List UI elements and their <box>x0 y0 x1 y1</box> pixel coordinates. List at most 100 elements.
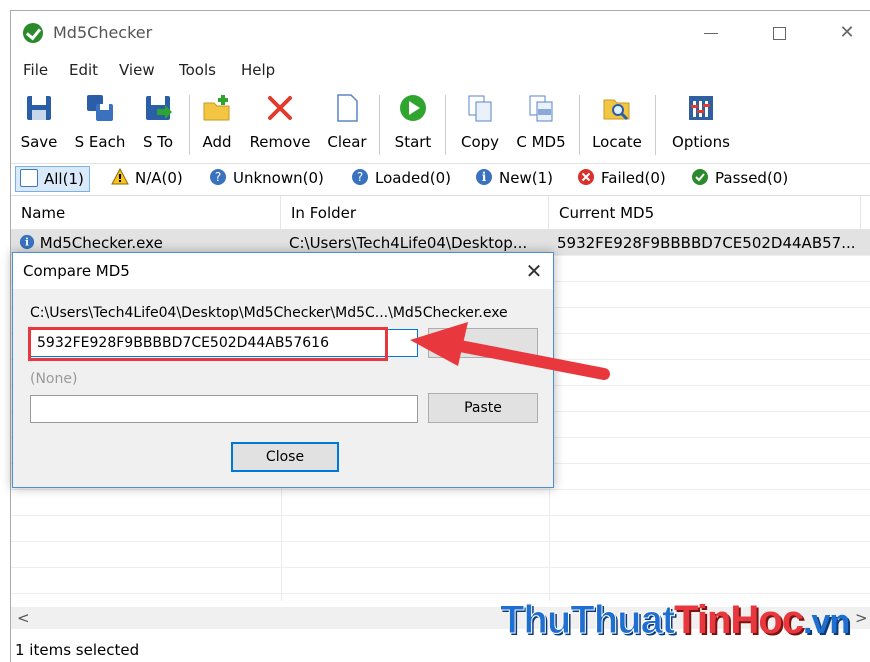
column-name[interactable]: Name <box>11 196 281 230</box>
locate-button[interactable]: Locate <box>587 89 647 161</box>
save-icon <box>27 96 51 120</box>
maximize-button[interactable] <box>759 19 799 47</box>
info-icon: i <box>476 169 492 185</box>
locate-label: Locate <box>592 133 642 151</box>
save-button[interactable]: Save <box>17 89 61 161</box>
annotation-arrow-icon <box>410 322 610 380</box>
watermark-part3: .vn <box>803 603 850 641</box>
add-label: Add <box>202 133 232 151</box>
filter-passed-label: Passed(0) <box>715 169 789 187</box>
filter-new-label: New(1) <box>499 169 553 187</box>
info-icon: i <box>19 234 35 250</box>
save-to-label: S To <box>142 133 174 151</box>
remove-button[interactable]: Remove <box>245 89 315 161</box>
dialog-title-bar: Compare MD5 ✕ <box>13 253 553 289</box>
remove-x-icon <box>268 96 292 120</box>
options-label: Options <box>672 133 730 151</box>
svg-text:?: ? <box>215 170 221 184</box>
copy-md5-button[interactable]: C MD5 <box>511 89 571 161</box>
column-current-md5[interactable]: Current MD5 <box>549 196 861 230</box>
list-icon <box>20 169 38 187</box>
warning-icon <box>111 168 129 185</box>
toolbar: Save S Each S To Add Remove Clear Start <box>11 89 870 163</box>
clear-label: Clear <box>327 133 367 151</box>
save-each-label: S Each <box>74 133 126 151</box>
blank-document-icon <box>337 94 358 122</box>
list-header: Name In Folder Current MD5 <box>11 196 870 230</box>
svg-text:i: i <box>482 170 487 184</box>
dialog-file-path: C:\Users\Tech4Life04\Desktop\Md5Checker\… <box>30 305 508 321</box>
menu-file[interactable]: File <box>23 61 48 79</box>
empty-row <box>11 490 870 516</box>
toolbar-separator <box>579 95 580 155</box>
menu-help[interactable]: Help <box>241 61 275 79</box>
title-bar: Md5Checker ✕ <box>11 11 870 53</box>
copy-icon <box>468 95 492 122</box>
filter-new-tab[interactable]: i New(1) <box>475 168 553 192</box>
filter-na-tab[interactable]: N/A(0) <box>111 168 183 192</box>
maximize-icon <box>772 26 786 40</box>
filter-all-tab[interactable]: All(1) <box>15 166 90 192</box>
copy-label: Copy <box>460 133 500 151</box>
toolbar-separator <box>189 95 190 155</box>
svg-text:?: ? <box>357 170 363 184</box>
menu-edit[interactable]: Edit <box>69 61 98 79</box>
toolbar-separator <box>445 95 446 155</box>
copy-md5-label: C MD5 <box>516 133 566 151</box>
question-loaded-icon: ? <box>352 169 368 185</box>
save-to-button[interactable]: S To <box>137 89 179 161</box>
paste-button[interactable]: Paste <box>428 393 538 423</box>
copy-md5-icon <box>529 95 553 122</box>
minimize-icon <box>704 32 718 34</box>
window-title: Md5Checker <box>53 23 153 42</box>
minimize-button[interactable] <box>691 19 731 47</box>
filter-loaded-tab[interactable]: ? Loaded(0) <box>351 168 451 192</box>
highlight-box <box>28 327 388 361</box>
question-icon: ? <box>210 169 226 185</box>
menu-tools[interactable]: Tools <box>179 61 216 79</box>
start-label: Start <box>394 133 432 151</box>
toolbar-separator <box>655 95 656 155</box>
close-window-button[interactable]: ✕ <box>827 19 867 47</box>
save-each-button[interactable]: S Each <box>69 89 131 161</box>
filter-na-label: N/A(0) <box>135 169 183 187</box>
filter-passed-tab[interactable]: Passed(0) <box>691 168 788 192</box>
compare-label: (None) <box>30 371 78 387</box>
watermark-part1: ThuThuat <box>499 598 675 643</box>
error-icon <box>578 169 594 185</box>
dialog-title: Compare MD5 <box>23 262 130 280</box>
save-label: Save <box>20 133 58 151</box>
app-check-icon <box>23 23 43 43</box>
scroll-right-icon[interactable]: > <box>855 609 868 627</box>
filter-bar: All(1) N/A(0) ? Unknown(0) ? Loaded(0) i Ne… <box>11 163 870 193</box>
filter-failed-tab[interactable]: Failed(0) <box>577 168 666 192</box>
close-icon: ✕ <box>839 22 855 43</box>
start-button[interactable]: Start <box>389 89 437 161</box>
dialog-close-icon[interactable]: ✕ <box>521 258 547 284</box>
play-icon <box>400 95 426 121</box>
filter-all-label: All(1) <box>44 170 84 188</box>
toolbar-separator <box>379 95 380 155</box>
watermark-logo: ThuThuatTinHoc.vn <box>499 598 850 643</box>
close-button[interactable]: Close <box>231 442 339 472</box>
save-each-icon <box>87 95 113 121</box>
filter-loaded-label: Loaded(0) <box>375 169 451 187</box>
watermark-part2: TinHoc <box>674 598 804 642</box>
filter-unknown-tab[interactable]: ? Unknown(0) <box>209 168 324 192</box>
save-to-icon <box>146 96 172 120</box>
scroll-left-icon[interactable]: < <box>17 609 30 627</box>
empty-row <box>11 516 870 542</box>
options-settings-icon <box>689 96 713 120</box>
clear-button[interactable]: Clear <box>323 89 371 161</box>
compare-md5-input[interactable] <box>30 395 418 423</box>
add-button[interactable]: Add <box>197 89 237 161</box>
options-button[interactable]: Options <box>663 89 739 161</box>
empty-row <box>11 568 870 594</box>
status-bar: 1 items selected <box>15 641 140 659</box>
svg-text:i: i <box>25 236 29 249</box>
copy-button[interactable]: Copy <box>455 89 505 161</box>
check-icon <box>692 169 708 185</box>
empty-row <box>11 542 870 568</box>
menu-view[interactable]: View <box>119 61 155 79</box>
column-in-folder[interactable]: In Folder <box>281 196 549 230</box>
